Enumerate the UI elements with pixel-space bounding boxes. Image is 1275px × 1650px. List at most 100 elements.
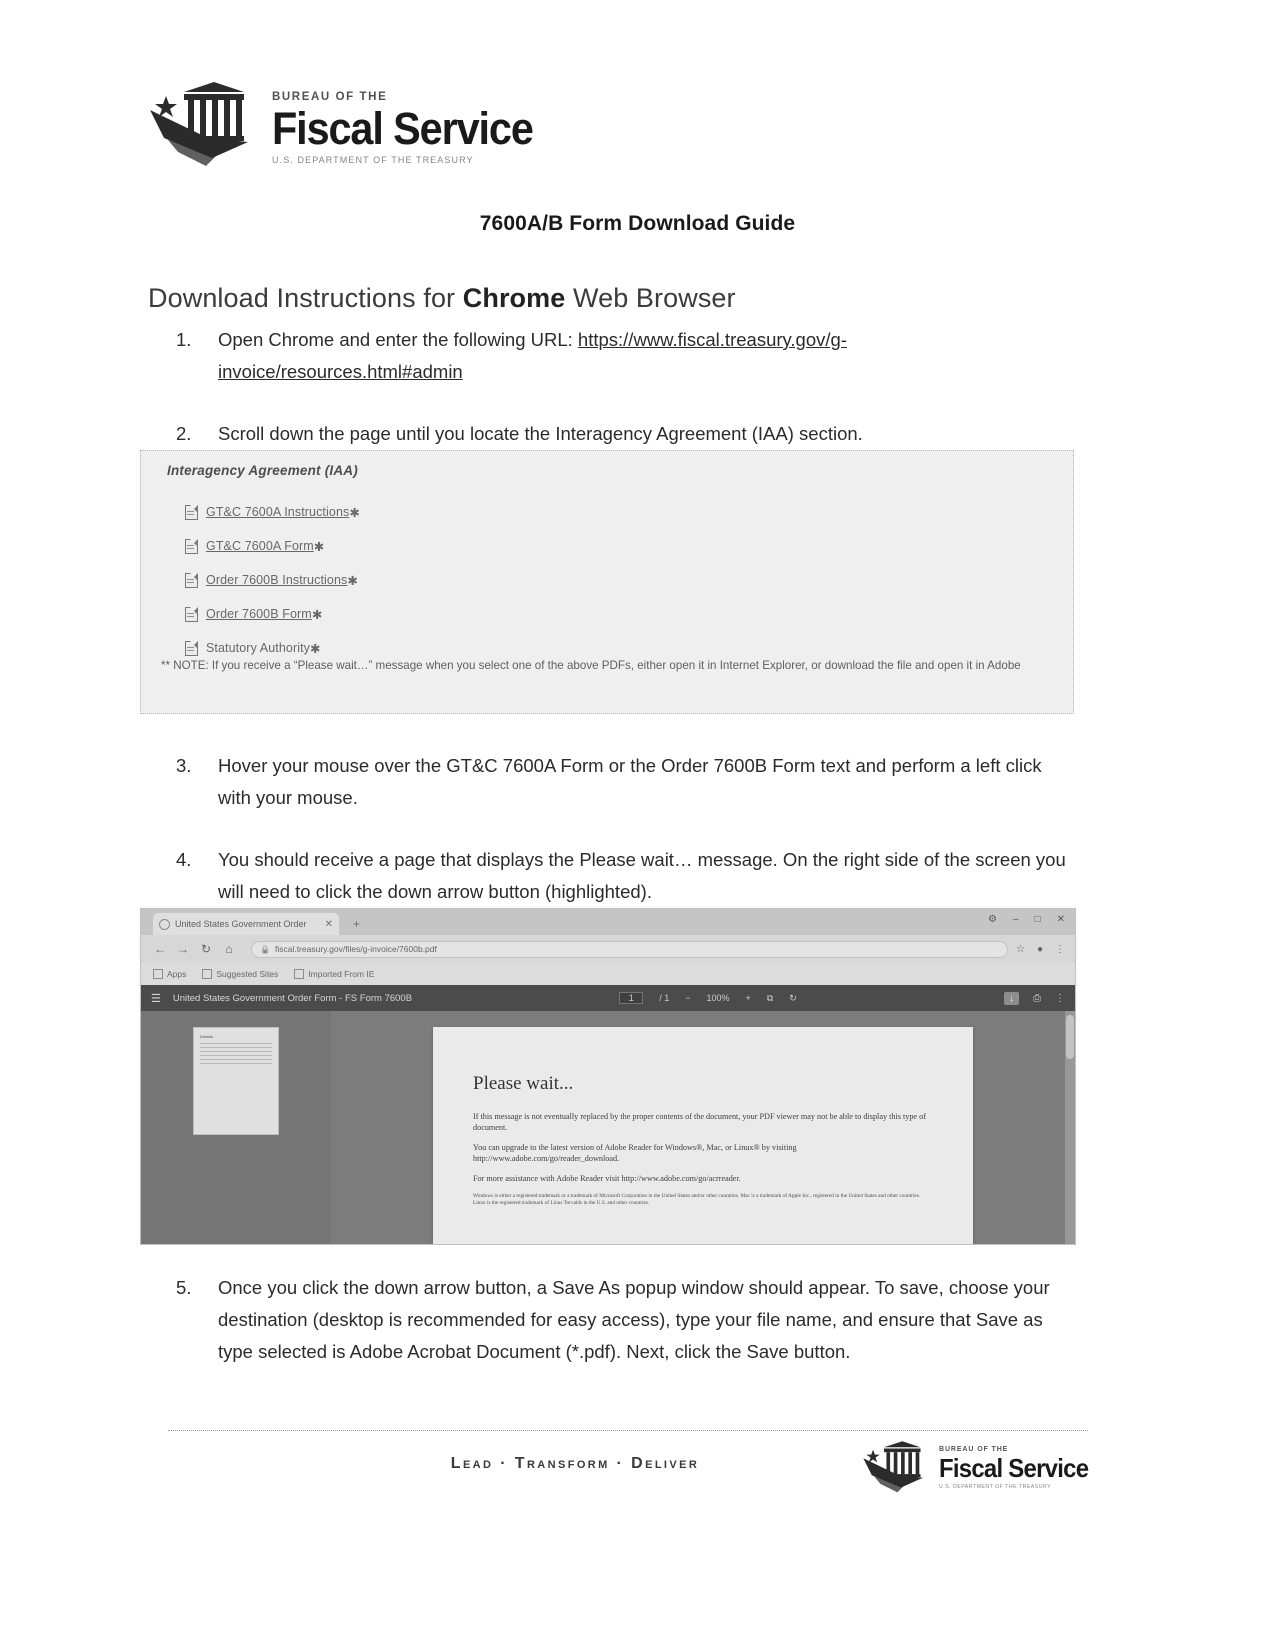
placeholder-line [200, 1055, 272, 1056]
iaa-note-text: ** NOTE: If you receive a “Please wait…”… [161, 659, 1021, 672]
placeholder-line [200, 1051, 272, 1052]
fit-page-icon[interactable]: ⧉ [767, 993, 773, 1004]
please-wait-fine-print: Windows is either a registered trademark… [473, 1193, 921, 1207]
print-icon[interactable]: ⎙ [1033, 993, 1041, 1004]
pdf-scrollbar-thumb[interactable] [1066, 1015, 1074, 1059]
pdf-page-content: Please wait... If this message is not ev… [433, 1027, 973, 1244]
step-item-5: 5. Once you click the down arrow button,… [176, 1272, 1076, 1368]
pdf-document-title: United States Government Order Form - FS… [172, 992, 413, 1004]
pdf-scrollbar[interactable] [1065, 1011, 1075, 1244]
iaa-link-list: GT&C 7600A Instructions ✱ GT&C 7600A For… [185, 495, 785, 665]
placeholder-line [200, 1047, 272, 1048]
pdf-file-icon [185, 504, 198, 520]
step-text: Open Chrome and enter the following URL:… [218, 324, 1076, 388]
external-marker-icon: ✱ [349, 505, 360, 520]
pdf-page-total: / 1 [659, 993, 670, 1003]
brand-department-line: U.S. DEPARTMENT OF THE TREASURY [939, 1483, 1052, 1490]
rotate-icon[interactable]: ↻ [789, 993, 797, 1004]
pdf-page-controls: 1 / 1 − 100% + ⧉ ↻ [412, 992, 1004, 1004]
bookmark-item-imported-from-ie[interactable]: Imported From IE [294, 969, 374, 979]
brand-name: Fiscal Service [272, 102, 534, 154]
list-item[interactable]: Order 7600B Instructions ✱ [185, 563, 785, 597]
brand-wordmark: BUREAU OF THE Fiscal Service U.S. DEPART… [939, 1440, 1101, 1490]
pdf-more-icon[interactable]: ⋮ [1055, 993, 1065, 1004]
browser-menu-icon[interactable]: ⋮ [1055, 944, 1065, 955]
back-icon[interactable]: ← [151, 942, 169, 956]
list-item[interactable]: Order 7600B Form ✱ [185, 597, 785, 631]
pdf-page-thumbnail[interactable]: Details [193, 1027, 279, 1135]
pdf-file-icon [185, 572, 198, 588]
lock-icon: 🔒 [260, 944, 270, 954]
forward-icon[interactable]: → [174, 942, 192, 956]
pdf-thumbnail-rail: Details [141, 1011, 331, 1244]
maximize-icon[interactable]: □ [1035, 914, 1041, 925]
list-item[interactable]: GT&C 7600A Form ✱ [185, 529, 785, 563]
step-text: Hover your mouse over the GT&C 7600A For… [218, 755, 1042, 808]
footer-tagline: Lead · Transform · Deliver [450, 1455, 700, 1472]
step-number: 4. [176, 849, 192, 870]
please-wait-paragraph-3: For more assistance with Adobe Reader vi… [473, 1174, 741, 1183]
step-number: 5. [176, 1277, 192, 1298]
please-wait-heading: Please wait... [473, 1073, 574, 1094]
profile-avatar-icon[interactable]: ● [1037, 944, 1043, 955]
iaa-link-label[interactable]: GT&C 7600A Instructions [206, 505, 349, 519]
bookmark-item-apps[interactable]: Apps [153, 969, 186, 979]
step-number: 3. [176, 755, 192, 776]
bookmark-label: Apps [167, 969, 187, 979]
iaa-link-label[interactable]: Order 7600B Form [206, 607, 312, 621]
extension-icon[interactable]: ⚙ [988, 914, 997, 925]
bookmark-star-icon[interactable]: ☆ [1016, 944, 1025, 955]
step-number: 2. [176, 423, 192, 444]
address-bar[interactable]: 🔒 fiscal.treasury.gov/files/g-invoice/76… [251, 940, 1008, 958]
please-wait-paragraph-2: You can upgrade to the latest version of… [473, 1143, 797, 1163]
pdf-toolbar-actions: ↓ ⎙ ⋮ [1004, 991, 1065, 1005]
brand-wordmark: BUREAU OF THE Fiscal Service U.S. DEPART… [272, 80, 555, 165]
bookmark-label: Suggested Sites [216, 969, 279, 979]
pdf-file-icon [185, 640, 198, 656]
download-button[interactable]: ↓ [1004, 991, 1019, 1005]
bookmark-label: Imported From IE [308, 969, 375, 979]
apps-grid-icon [153, 969, 163, 979]
home-icon[interactable]: ⌂ [220, 942, 238, 956]
close-icon[interactable]: ✕ [325, 919, 333, 930]
section-heading: Download Instructions for Chrome Web Bro… [148, 283, 736, 314]
iaa-section-screenshot: Interagency Agreement (IAA) GT&C 7600A I… [140, 450, 1074, 714]
reload-icon[interactable]: ↻ [197, 942, 215, 956]
zoom-in-icon[interactable]: + [746, 993, 751, 1003]
iaa-link-label[interactable]: Statutory Authority [206, 641, 310, 655]
list-item[interactable]: GT&C 7600A Instructions ✱ [185, 495, 785, 529]
please-wait-paragraph-1: If this message is not eventually replac… [473, 1112, 926, 1132]
hamburger-icon[interactable]: ☰ [151, 992, 161, 1005]
brand-name: Fiscal Service [939, 1453, 1089, 1483]
pdf-page-number-input[interactable]: 1 [619, 992, 644, 1004]
page-title: 7600A/B Form Download Guide [479, 212, 796, 235]
iaa-link-label[interactable]: Order 7600B Instructions [206, 573, 347, 587]
footer-logo: BUREAU OF THE Fiscal Service U.S. DEPART… [862, 1440, 1101, 1496]
step-item-3: 3. Hover your mouse over the GT&C 7600A … [176, 750, 1076, 814]
step-text: Once you click the down arrow button, a … [218, 1277, 1050, 1362]
new-tab-button[interactable]: + [353, 917, 360, 931]
bookmarks-bar: Apps Suggested Sites Imported From IE [141, 963, 1075, 985]
external-marker-icon: ✱ [311, 607, 323, 622]
pdf-viewer-toolbar: ☰ United States Government Order Form - … [141, 985, 1075, 1011]
browser-tab[interactable]: United States Government Order ✕ [153, 913, 339, 935]
pdf-file-icon [185, 606, 198, 622]
bookmark-item-suggested-sites[interactable]: Suggested Sites [202, 969, 278, 979]
brand-bureau-line: BUREAU OF THE [939, 1446, 1009, 1453]
placeholder-line [200, 1063, 272, 1064]
zoom-out-icon[interactable]: − [685, 993, 690, 1003]
browser-tab-title: United States Government Order [175, 919, 307, 929]
document-page: BUREAU OF THE Fiscal Service U.S. DEPART… [0, 0, 1275, 1650]
section-heading-suffix: Web Browser [565, 283, 736, 313]
step-1-lead-text: Open Chrome and enter the following URL: [218, 329, 578, 350]
placeholder-line [200, 1043, 272, 1044]
footer-divider [168, 1430, 1088, 1431]
header-logo: BUREAU OF THE Fiscal Service U.S. DEPART… [148, 80, 555, 172]
minimize-icon[interactable]: – [1013, 914, 1019, 925]
section-heading-prefix: Download Instructions for [148, 283, 463, 313]
iaa-link-label[interactable]: GT&C 7600A Form [206, 539, 314, 553]
close-icon[interactable]: ✕ [1057, 914, 1065, 925]
step-item-1: 1. Open Chrome and enter the following U… [176, 324, 1076, 388]
brand-department-line: U.S. DEPARTMENT OF THE TREASURY [272, 155, 474, 166]
step-item-2: 2. Scroll down the page until you locate… [176, 418, 1076, 450]
